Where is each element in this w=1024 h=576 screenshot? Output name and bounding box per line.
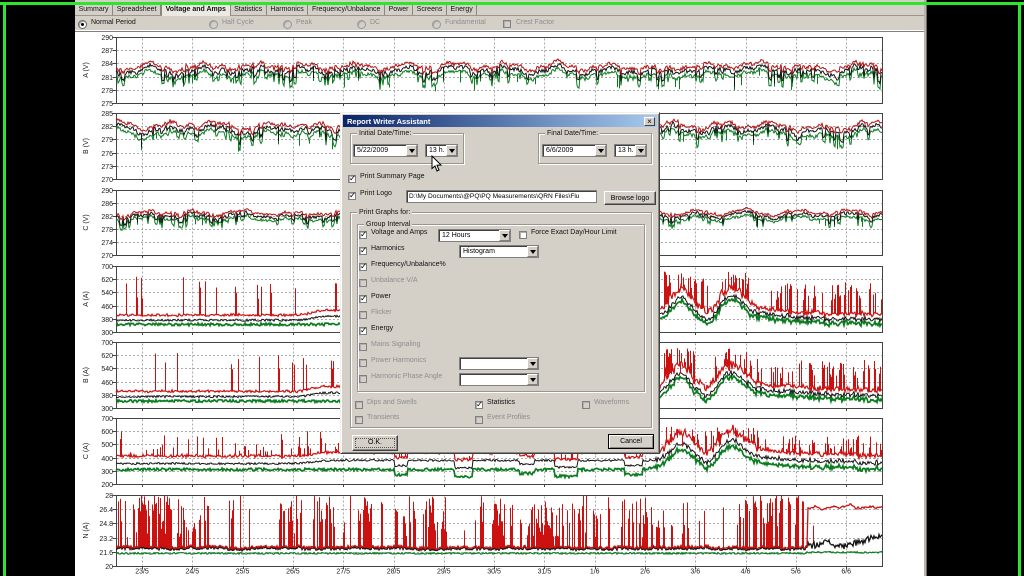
svg-text:B (A): B (A) — [83, 367, 90, 383]
svg-text:281: 281 — [101, 75, 113, 82]
svg-text:282: 282 — [101, 124, 113, 131]
svg-text:270: 270 — [101, 177, 113, 184]
svg-text:2/6: 2/6 — [640, 569, 650, 576]
svg-text:5/6: 5/6 — [791, 569, 801, 576]
svg-text:23/5: 23/5 — [135, 569, 149, 576]
svg-text:540: 540 — [101, 290, 113, 297]
svg-text:279: 279 — [101, 137, 113, 144]
svg-text:26.4: 26.4 — [99, 507, 113, 514]
svg-text:278: 278 — [101, 227, 113, 234]
svg-text:24/5: 24/5 — [185, 569, 199, 576]
svg-text:290: 290 — [101, 188, 113, 195]
svg-text:700: 700 — [101, 416, 113, 423]
svg-text:700: 700 — [101, 340, 113, 347]
svg-text:380: 380 — [101, 393, 113, 400]
svg-text:31/5: 31/5 — [538, 569, 552, 576]
svg-text:28/5: 28/5 — [387, 569, 401, 576]
svg-text:286: 286 — [101, 201, 113, 208]
svg-text:300: 300 — [101, 330, 113, 337]
svg-text:1/6: 1/6 — [590, 569, 600, 576]
svg-text:4/6: 4/6 — [741, 569, 751, 576]
svg-text:26/5: 26/5 — [286, 569, 300, 576]
svg-text:25/5: 25/5 — [236, 569, 250, 576]
svg-text:300: 300 — [101, 469, 113, 476]
svg-text:600: 600 — [101, 429, 113, 436]
svg-text:21.6: 21.6 — [99, 550, 113, 557]
svg-text:282: 282 — [101, 214, 113, 221]
svg-text:3/6: 3/6 — [690, 569, 700, 576]
svg-text:460: 460 — [101, 304, 113, 311]
svg-text:290: 290 — [101, 35, 113, 42]
svg-text:27/5: 27/5 — [336, 569, 350, 576]
svg-text:270: 270 — [101, 253, 113, 260]
svg-text:23.2: 23.2 — [99, 536, 113, 543]
svg-text:B (V): B (V) — [83, 138, 90, 154]
svg-text:29/5: 29/5 — [437, 569, 451, 576]
svg-text:284: 284 — [101, 61, 113, 68]
svg-text:275: 275 — [101, 101, 113, 108]
svg-text:460: 460 — [101, 380, 113, 387]
svg-text:30/5: 30/5 — [487, 569, 501, 576]
svg-text:273: 273 — [101, 164, 113, 171]
svg-text:400: 400 — [101, 456, 113, 463]
svg-text:24.8: 24.8 — [99, 521, 113, 528]
svg-text:300: 300 — [101, 406, 113, 413]
svg-text:276: 276 — [101, 151, 113, 158]
svg-text:620: 620 — [101, 277, 113, 284]
svg-text:20: 20 — [105, 564, 113, 571]
svg-text:700: 700 — [101, 264, 113, 271]
svg-text:278: 278 — [101, 88, 113, 95]
svg-text:A (V): A (V) — [83, 62, 90, 78]
svg-text:N (A): N (A) — [83, 522, 90, 538]
svg-text:620: 620 — [101, 353, 113, 360]
svg-text:C (A): C (A) — [83, 443, 90, 459]
svg-text:C (V): C (V) — [83, 214, 90, 230]
svg-text:274: 274 — [101, 240, 113, 247]
svg-text:285: 285 — [101, 111, 113, 118]
svg-text:6/6: 6/6 — [841, 569, 851, 576]
svg-text:380: 380 — [101, 317, 113, 324]
svg-text:500: 500 — [101, 442, 113, 449]
svg-text:28: 28 — [105, 493, 113, 500]
svg-text:540: 540 — [101, 366, 113, 373]
svg-text:200: 200 — [101, 482, 113, 489]
svg-text:A (A): A (A) — [83, 291, 90, 307]
svg-text:287: 287 — [101, 48, 113, 55]
